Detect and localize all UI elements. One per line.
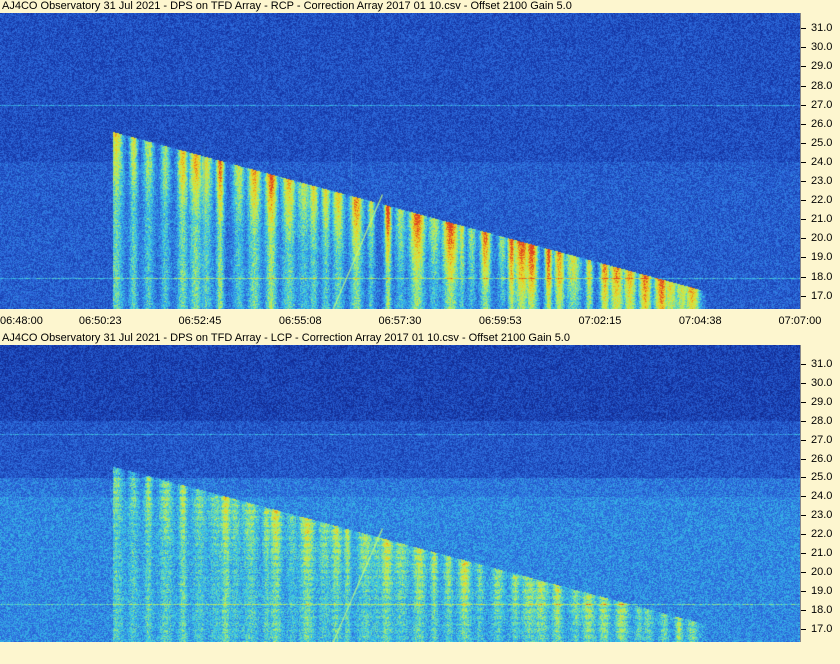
lcp-title: AJ4CO Observatory 31 Jul 2021 - DPS on T… [2, 332, 570, 344]
lcp-spectrogram [0, 345, 800, 642]
y-tick-0-12 [801, 257, 806, 259]
y-tick-label-1-10: 21.0 [811, 547, 833, 560]
x-tick-label-3: 06:55:08 [278, 315, 322, 327]
y-tick-0-1 [801, 47, 806, 49]
y-tick-1-10 [801, 553, 806, 555]
y-tick-1-3 [801, 420, 806, 422]
y-tick-1-8 [801, 515, 806, 517]
y-tick-label-1-13: 18.0 [811, 603, 833, 616]
y-tick-label-0-13: 18.0 [811, 270, 833, 283]
y-tick-0-2 [801, 66, 806, 68]
y-tick-label-0-1: 30.0 [811, 41, 833, 54]
y-tick-label-0-7: 24.0 [811, 155, 833, 168]
x-tick-label-1: 06:50:23 [78, 315, 122, 327]
y-tick-0-7 [801, 161, 806, 163]
x-tick-label-4: 06:57:30 [378, 315, 422, 327]
y-tick-label-1-3: 28.0 [811, 414, 833, 427]
y-tick-label-1-0: 31.0 [811, 357, 833, 370]
x-tick-label-2: 06:52:45 [178, 315, 222, 327]
y-tick-label-0-12: 19.0 [811, 251, 833, 264]
y-tick-0-6 [801, 142, 806, 144]
y-tick-0-4 [801, 104, 806, 106]
y-tick-0-8 [801, 181, 806, 183]
y-tick-label-0-0: 31.0 [811, 22, 833, 35]
y-tick-label-1-12: 19.0 [811, 584, 833, 597]
x-tick-label-6: 07:02:15 [578, 315, 622, 327]
y-tick-label-1-7: 24.0 [811, 490, 833, 503]
y-tick-label-1-6: 25.0 [811, 471, 833, 484]
y-tick-1-9 [801, 534, 806, 536]
y-tick-label-0-8: 23.0 [811, 175, 833, 188]
lcp-spectrogram-canvas [0, 345, 800, 642]
y-tick-label-1-9: 22.0 [811, 528, 833, 541]
x-tick-label-0: 06:48:00 [0, 315, 43, 327]
y-tick-1-5 [801, 458, 806, 460]
y-tick-1-13 [801, 609, 806, 611]
y-tick-1-11 [801, 572, 806, 573]
y-tick-1-6 [801, 477, 806, 479]
y-tick-label-0-11: 20.0 [811, 232, 833, 245]
y-tick-label-1-2: 29.0 [811, 395, 833, 408]
y-tick-label-0-4: 27.0 [811, 98, 833, 111]
x-tick-label-7: 07:04:38 [678, 315, 722, 327]
y-tick-0-13 [801, 276, 806, 278]
y-tick-label-1-8: 23.0 [811, 509, 833, 522]
y-tick-0-5 [801, 123, 806, 125]
y-tick-1-1 [801, 382, 806, 384]
rcp-title: AJ4CO Observatory 31 Jul 2021 - DPS on T… [2, 0, 572, 12]
y-tick-label-0-9: 22.0 [811, 194, 833, 207]
y-tick-1-2 [801, 401, 806, 403]
rcp-spectrogram [0, 13, 800, 309]
y-tick-0-14 [801, 295, 806, 297]
y-tick-label-1-1: 30.0 [811, 376, 833, 389]
y-tick-0-10 [801, 219, 806, 221]
y-tick-0-0 [801, 28, 806, 30]
x-tick-label-5: 06:59:53 [478, 315, 522, 327]
y-tick-label-0-6: 25.0 [811, 136, 833, 149]
y-tick-label-1-11: 20.0 [811, 566, 833, 578]
y-tick-label-1-5: 26.0 [811, 452, 833, 465]
y-tick-label-1-14: 17.0 [811, 622, 833, 635]
y-tick-0-3 [801, 85, 806, 87]
y-tick-1-7 [801, 496, 806, 498]
y-tick-1-14 [801, 628, 806, 630]
y-tick-1-4 [801, 439, 806, 441]
time-axis: 06:48:00 06:50:23 06:52:45 06:55:08 06:57:30… [0, 313, 840, 329]
rcp-frequency-axis: 31.0 30.0 29.0 28.0 27.0 26.0 25.0 24.0 23.0 22.0… [800, 13, 840, 309]
y-tick-0-9 [801, 200, 806, 202]
rcp-spectrogram-canvas [0, 13, 800, 309]
bottom-band [0, 642, 840, 664]
y-tick-label-1-4: 27.0 [811, 433, 833, 446]
y-tick-label-0-2: 29.0 [811, 60, 833, 73]
y-tick-label-0-3: 28.0 [811, 79, 833, 92]
y-tick-label-0-14: 17.0 [811, 289, 833, 302]
x-tick-label-8: 07:07:00 [778, 315, 822, 327]
y-tick-1-0 [801, 363, 806, 365]
y-tick-label-0-10: 21.0 [811, 213, 833, 226]
y-tick-1-12 [801, 590, 806, 592]
y-tick-label-0-5: 26.0 [811, 117, 833, 130]
lcp-frequency-axis: 31.0 30.0 29.0 28.0 27.0 26.0 25.0 24.0 23.0 22.0… [800, 345, 840, 642]
y-tick-0-11 [801, 238, 806, 240]
